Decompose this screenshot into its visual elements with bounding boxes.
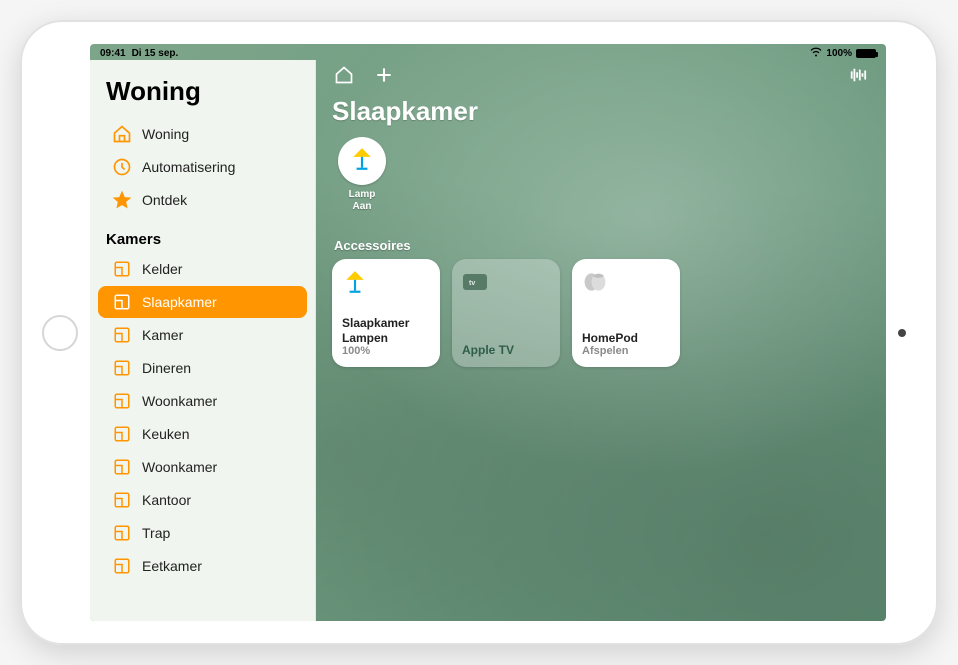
sidebar-item-label: Woonkamer — [142, 459, 217, 475]
favorite-name: Lamp — [349, 189, 376, 200]
battery-icon — [856, 49, 876, 58]
clock-icon — [112, 157, 132, 177]
sidebar-rooms-header: Kamers — [90, 217, 315, 252]
sidebar-item-label: Automatisering — [142, 159, 235, 175]
room-icon — [112, 490, 132, 510]
appletv-icon: tv — [462, 269, 488, 295]
tile-title: Slaapkamer Lampen — [342, 316, 430, 345]
screen: 09:41 Di 15 sep. 100% Woning Woning — [90, 44, 886, 621]
sidebar-room-kantoor[interactable]: Kantoor — [98, 484, 307, 516]
accessories-header: Accessoires — [334, 238, 870, 253]
sidebar-item-home[interactable]: Woning — [98, 118, 307, 150]
room-icon — [112, 424, 132, 444]
wifi-icon — [810, 47, 822, 60]
room-icon — [112, 457, 132, 477]
tile-title: Apple TV — [462, 343, 550, 357]
sidebar-room-kelder[interactable]: Kelder — [98, 253, 307, 285]
sidebar-item-label: Woning — [142, 126, 189, 142]
intercom-button[interactable] — [846, 65, 870, 89]
favorite-circle — [338, 137, 386, 185]
sidebar: Woning Woning Automatisering — [90, 60, 316, 621]
tile-apple-tv[interactable]: tv Apple TV — [452, 259, 560, 367]
tile-subtitle: 100% — [342, 345, 430, 357]
room-icon — [112, 523, 132, 543]
add-button[interactable] — [372, 65, 396, 89]
svg-text:tv: tv — [469, 280, 475, 287]
front-camera — [898, 329, 906, 337]
accessory-tiles: Slaapkamer Lampen 100% tv Apple TV — [332, 259, 870, 367]
sidebar-item-label: Ontdek — [142, 192, 187, 208]
status-time: 09:41 — [100, 48, 126, 59]
sidebar-room-woonkamer-1[interactable]: Woonkamer — [98, 385, 307, 417]
sidebar-item-label: Trap — [142, 525, 170, 541]
status-battery-pct: 100% — [826, 48, 852, 59]
sidebar-item-label: Woonkamer — [142, 393, 217, 409]
sidebar-room-dineren[interactable]: Dineren — [98, 352, 307, 384]
ipad-device: 09:41 Di 15 sep. 100% Woning Woning — [20, 20, 938, 645]
lamp-icon — [349, 146, 375, 177]
sidebar-item-label: Keuken — [142, 426, 189, 442]
sidebar-room-trap[interactable]: Trap — [98, 517, 307, 549]
favorite-state: Aan — [353, 201, 372, 212]
star-icon — [112, 190, 132, 210]
sidebar-room-kamer[interactable]: Kamer — [98, 319, 307, 351]
tile-homepod[interactable]: HomePod Afspelen — [572, 259, 680, 367]
sidebar-title: Woning — [90, 76, 315, 117]
room-icon — [112, 325, 132, 345]
room-icon — [112, 358, 132, 378]
house-icon — [112, 124, 132, 144]
home-button-toolbar[interactable] — [332, 65, 356, 89]
sidebar-item-label: Kantoor — [142, 492, 191, 508]
sidebar-room-eetkamer[interactable]: Eetkamer — [98, 550, 307, 582]
sidebar-item-automation[interactable]: Automatisering — [98, 151, 307, 183]
status-date: Di 15 sep. — [132, 48, 179, 59]
sidebar-room-woonkamer-2[interactable]: Woonkamer — [98, 451, 307, 483]
room-icon — [112, 556, 132, 576]
tile-title: HomePod — [582, 331, 670, 345]
sidebar-item-discover[interactable]: Ontdek — [98, 184, 307, 216]
sidebar-room-keuken[interactable]: Keuken — [98, 418, 307, 450]
lamp-icon — [342, 269, 368, 295]
plus-icon — [374, 65, 394, 90]
favorite-accessory-lamp[interactable]: Lamp Aan — [332, 137, 392, 212]
tile-slaapkamer-lampen[interactable]: Slaapkamer Lampen 100% — [332, 259, 440, 367]
sidebar-item-label: Slaapkamer — [142, 294, 217, 310]
home-app: Woning Woning Automatisering — [90, 60, 886, 621]
room-title: Slaapkamer — [332, 96, 870, 127]
home-button[interactable] — [42, 315, 78, 351]
sidebar-item-label: Eetkamer — [142, 558, 202, 574]
sidebar-item-label: Dineren — [142, 360, 191, 376]
room-icon — [112, 259, 132, 279]
sidebar-item-label: Kelder — [142, 261, 182, 277]
house-icon — [334, 65, 354, 90]
status-bar: 09:41 Di 15 sep. 100% — [90, 44, 886, 60]
tile-subtitle: Afspelen — [582, 345, 670, 357]
room-icon — [112, 292, 132, 312]
main-toolbar — [332, 64, 870, 90]
sidebar-item-label: Kamer — [142, 327, 183, 343]
waveform-icon — [847, 66, 869, 89]
main-content: Slaapkamer Lamp Aan — [316, 60, 886, 621]
homepod-icon — [582, 269, 608, 295]
room-icon — [112, 391, 132, 411]
sidebar-room-slaapkamer[interactable]: Slaapkamer — [98, 286, 307, 318]
